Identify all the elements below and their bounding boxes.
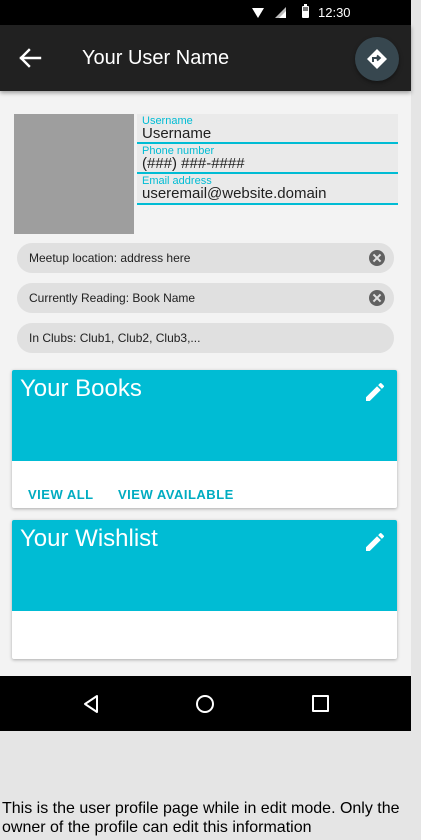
directions-icon: [367, 49, 387, 69]
status-bar: 12:30: [0, 0, 411, 25]
clear-icon[interactable]: [369, 250, 385, 266]
username-field[interactable]: Username Username: [137, 114, 398, 144]
page-title: Your User Name: [82, 47, 230, 69]
edit-pencil-icon[interactable]: [363, 530, 387, 554]
phone-screen: 12:30 Your User Name Username Username P…: [0, 0, 411, 731]
username-value[interactable]: Username: [142, 125, 211, 142]
card-title: Your Books: [20, 375, 142, 402]
clubs-chip[interactable]: In Clubs: Club1, Club2, Club3,...: [17, 323, 394, 353]
system-navigation-bar: [0, 676, 411, 731]
phone-field[interactable]: Phone number (###) ###-####: [137, 144, 398, 174]
directions-button[interactable]: [355, 37, 399, 81]
back-arrow-icon[interactable]: [18, 47, 44, 69]
status-time: 12:30: [318, 5, 351, 20]
card-header: Your Wishlist: [12, 520, 397, 611]
phone-value[interactable]: (###) ###-####: [142, 155, 245, 172]
email-value[interactable]: useremail@website.domain: [142, 185, 326, 202]
app-bar: Your User Name: [0, 25, 411, 91]
nav-back-icon[interactable]: [82, 694, 100, 719]
currently-reading-chip[interactable]: Currently Reading: Book Name: [17, 283, 394, 313]
clear-icon[interactable]: [369, 290, 385, 306]
nav-home-icon[interactable]: [196, 695, 214, 713]
nav-recents-icon[interactable]: [312, 695, 329, 712]
wifi-icon: [252, 8, 264, 18]
email-field[interactable]: Email address useremail@website.domain: [137, 174, 398, 205]
chip-label: Meetup location: address here: [29, 251, 191, 265]
your-wishlist-card: Your Wishlist: [12, 520, 397, 659]
card-title: Your Wishlist: [20, 525, 158, 552]
meetup-location-chip[interactable]: Meetup location: address here: [17, 243, 394, 273]
chip-label: Currently Reading: Book Name: [29, 291, 196, 305]
battery-icon: [302, 4, 309, 18]
avatar[interactable]: [14, 114, 134, 234]
chip-label: In Clubs: Club1, Club2, Club3,...: [29, 331, 201, 345]
caption-text: This is the user profile page while in e…: [2, 800, 400, 836]
view-all-button[interactable]: VIEW ALL: [28, 487, 94, 502]
edit-pencil-icon[interactable]: [363, 380, 387, 404]
view-available-button[interactable]: VIEW AVAILABLE: [118, 487, 234, 502]
card-header: Your Books: [12, 370, 397, 461]
your-books-card: Your Books VIEW ALL VIEW AVAILABLE: [12, 370, 397, 508]
